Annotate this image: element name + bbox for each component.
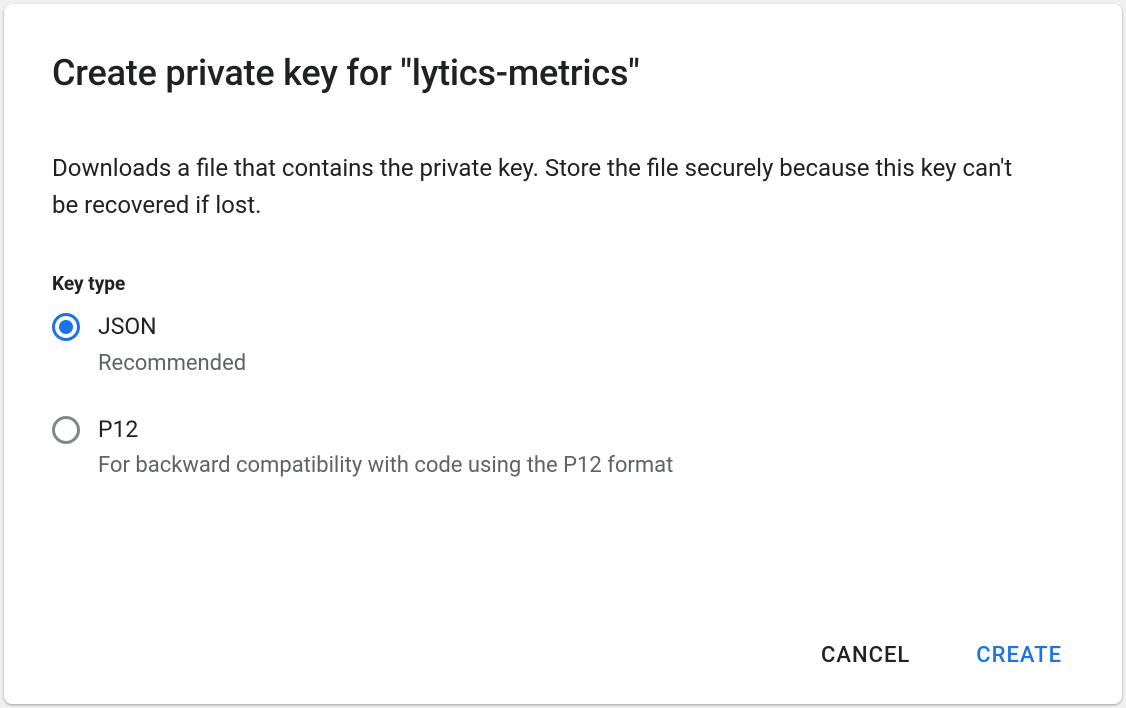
radio-button-unselected-icon	[52, 416, 80, 444]
cancel-button[interactable]: CANCEL	[809, 635, 922, 676]
radio-sublabel-json: Recommended	[98, 349, 246, 380]
dialog-description: Downloads a file that contains the priva…	[52, 150, 1032, 224]
dialog-title: Create private key for "lytics-metrics"	[52, 52, 1074, 94]
radio-option-p12[interactable]: P12 For backward compatibility with code…	[52, 416, 1074, 482]
key-type-label: Key type	[52, 272, 1074, 295]
create-private-key-dialog: Create private key for "lytics-metrics" …	[4, 4, 1122, 704]
dialog-actions: CANCEL CREATE	[809, 635, 1074, 676]
radio-label-json: JSON	[98, 313, 246, 341]
radio-sublabel-p12: For backward compatibility with code usi…	[98, 451, 673, 482]
radio-content: JSON Recommended	[98, 313, 246, 379]
create-button[interactable]: CREATE	[964, 635, 1074, 676]
radio-button-selected-icon	[52, 313, 80, 341]
radio-content: P12 For backward compatibility with code…	[98, 416, 673, 482]
radio-label-p12: P12	[98, 416, 673, 444]
key-type-radio-group: JSON Recommended P12 For backward compat…	[52, 313, 1074, 482]
radio-option-json[interactable]: JSON Recommended	[52, 313, 1074, 379]
